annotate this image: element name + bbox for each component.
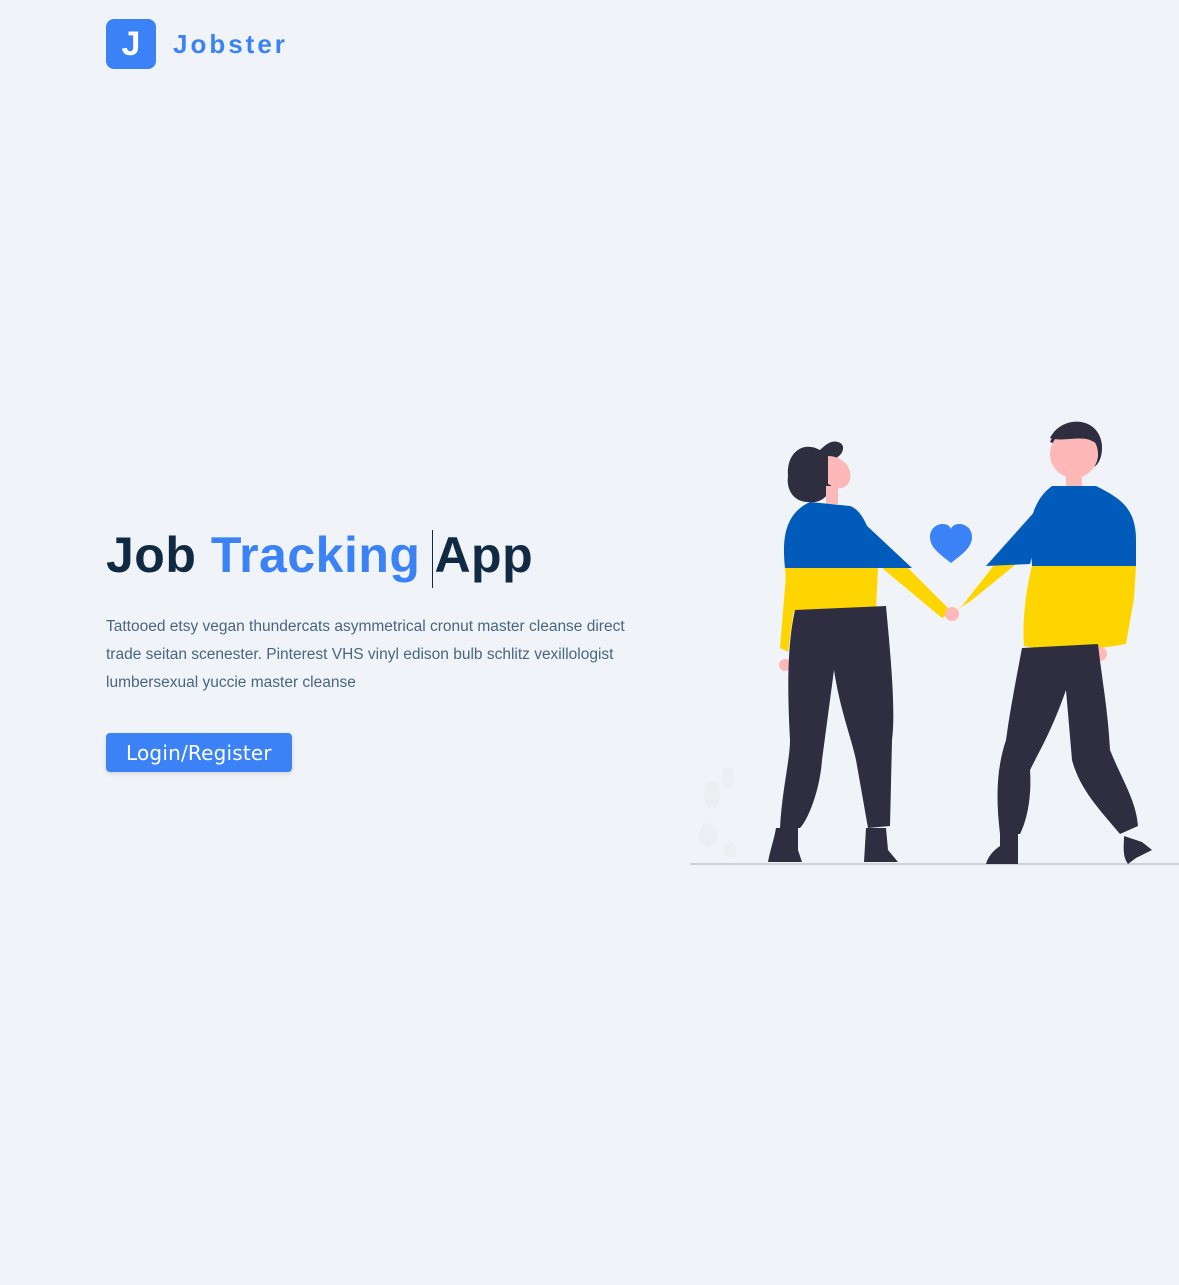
hero-description: Tattooed etsy vegan thundercats asymmetr… (106, 617, 625, 691)
title-accent: Tracking (210, 527, 421, 583)
couple-illustration (690, 421, 1179, 865)
title-part-1: Job (106, 527, 197, 583)
page-title: Job Tracking App (106, 524, 651, 588)
title-part-2: App (434, 527, 534, 583)
heart-icon (930, 524, 972, 563)
hero-section: Job Tracking App Tattooed etsy vegan thun… (106, 524, 651, 773)
brand-name[interactable]: Jobster (173, 29, 288, 60)
navbar: J Jobster (106, 19, 288, 69)
woman-figure (768, 441, 952, 862)
logo-icon[interactable]: J (106, 19, 156, 69)
plant-decoration (699, 767, 736, 858)
login-register-button[interactable]: Login/Register (106, 733, 292, 773)
man-figure (945, 421, 1152, 864)
